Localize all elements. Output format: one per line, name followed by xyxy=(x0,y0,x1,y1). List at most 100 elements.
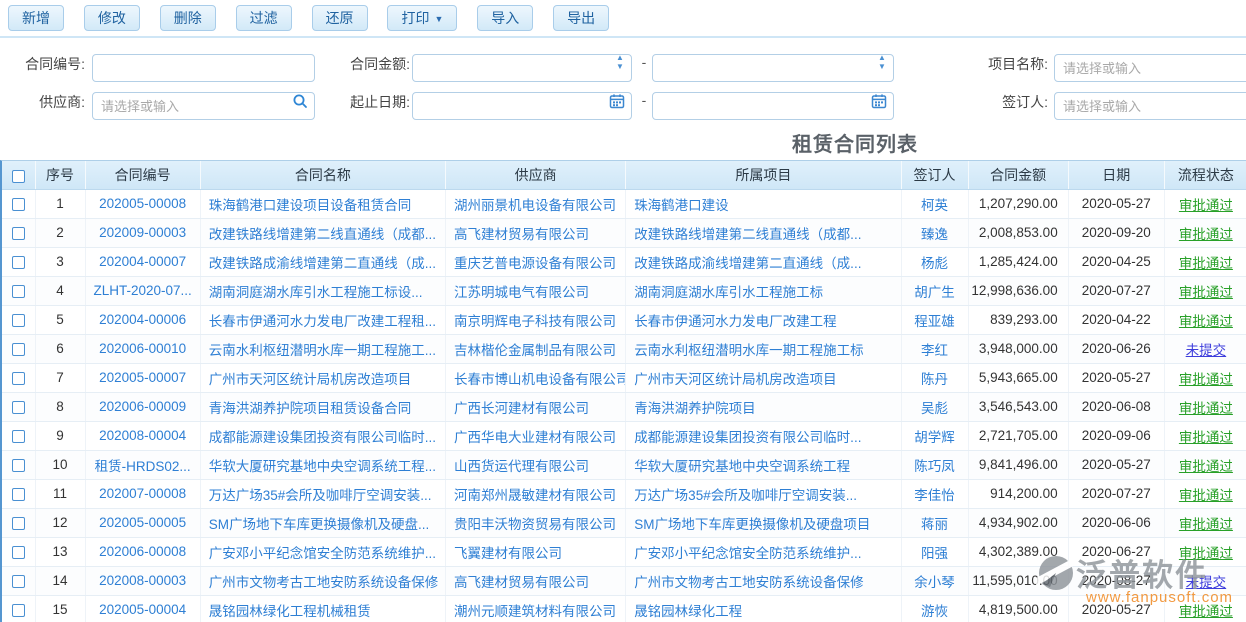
table-row[interactable]: 8202006-00009青海洪湖养护院项目租赁设备合同广西长河建材有限公司青海… xyxy=(2,392,1246,421)
table-row[interactable]: 10租赁-HRDS02...华软大厦研究基地中央空调系统工程...山西货运代理有… xyxy=(2,450,1246,479)
contract-name[interactable]: 华软大厦研究基地中央空调系统工程... xyxy=(200,450,445,479)
row-checkbox[interactable] xyxy=(12,517,25,530)
table-row[interactable]: 11202007-00008万达广场35#会所及咖啡厅空调安装...河南郑州晟敏… xyxy=(2,479,1246,508)
amount-min-input[interactable] xyxy=(412,54,632,82)
contract-name[interactable]: 湖南洞庭湖水库引水工程施工标设... xyxy=(200,276,445,305)
row-checkbox[interactable] xyxy=(12,430,25,443)
contract-name[interactable]: 万达广场35#会所及咖啡厅空调安装... xyxy=(200,479,445,508)
number-spinner-icon[interactable]: ▲▼ xyxy=(615,53,625,71)
search-icon[interactable] xyxy=(292,93,308,109)
edit-button[interactable]: 修改 xyxy=(84,5,140,31)
row-checkbox[interactable] xyxy=(12,314,25,327)
delete-button[interactable]: 删除 xyxy=(160,5,216,31)
contract-code-link[interactable]: 202006-00009 xyxy=(85,392,200,421)
table-row[interactable]: 13202006-00008广安邓小平纪念馆安全防范系统维护...飞翼建材有限公… xyxy=(2,537,1246,566)
contract-name[interactable]: 改建铁路成渝线增建第二直通线（成... xyxy=(200,247,445,276)
table-row[interactable]: 15202005-00004晟铭园林绿化工程机械租赁潮州元顺建筑材料有限公司晟铭… xyxy=(2,595,1246,622)
contract-name[interactable]: 晟铭园林绿化工程机械租赁 xyxy=(200,595,445,622)
contract-no-input[interactable] xyxy=(92,54,315,82)
row-checkbox[interactable] xyxy=(12,575,25,588)
row-checkbox[interactable] xyxy=(12,459,25,472)
table-row[interactable]: 9202008-00004成都能源建设集团投资有限公司临时...广西华电大业建材… xyxy=(2,421,1246,450)
status-link[interactable]: 审批通过 xyxy=(1164,276,1246,305)
supplier-input[interactable] xyxy=(92,92,315,120)
contract-code-link[interactable]: 202007-00008 xyxy=(85,479,200,508)
table-row[interactable]: 14202008-00003广州市文物考古工地安防系统设备保修高飞建材贸易有限公… xyxy=(2,566,1246,595)
table-row[interactable]: 6202006-00010云南水利枢纽潜明水库一期工程施工...吉林楷伦金属制品… xyxy=(2,334,1246,363)
row-checkbox[interactable] xyxy=(12,285,25,298)
contract-name[interactable]: SM广场地下车库更换摄像机及硬盘... xyxy=(200,508,445,537)
table-row[interactable]: 1202005-00008珠海鹤港口建设项目设备租赁合同湖州丽景机电设备有限公司… xyxy=(2,189,1246,218)
export-button[interactable]: 导出 xyxy=(553,5,609,31)
signer-input[interactable] xyxy=(1054,92,1246,120)
contract-name[interactable]: 青海洪湖养护院项目租赁设备合同 xyxy=(200,392,445,421)
table-row[interactable]: 3202004-00007改建铁路成渝线增建第二直通线（成...重庆艺普电源设备… xyxy=(2,247,1246,276)
import-button[interactable]: 导入 xyxy=(477,5,533,31)
amount-max-input[interactable] xyxy=(652,54,894,82)
row-checkbox[interactable] xyxy=(12,256,25,269)
contract-date: 2020-04-22 xyxy=(1068,305,1164,334)
status-link[interactable]: 未提交 xyxy=(1164,334,1246,363)
row-checkbox[interactable] xyxy=(12,227,25,240)
row-checkbox[interactable] xyxy=(12,401,25,414)
table-row[interactable]: 4ZLHT-2020-07...湖南洞庭湖水库引水工程施工标设...江苏明城电气… xyxy=(2,276,1246,305)
calendar-icon[interactable] xyxy=(871,93,887,109)
print-button[interactable]: 打印▼ xyxy=(387,5,457,31)
contract-name[interactable]: 广州市天河区统计局机房改造项目 xyxy=(200,363,445,392)
contract-code-link[interactable]: 202005-00008 xyxy=(85,189,200,218)
status-link[interactable]: 审批通过 xyxy=(1164,450,1246,479)
table-row[interactable]: 12202005-00005SM广场地下车库更换摄像机及硬盘...贵阳丰沃物资贸… xyxy=(2,508,1246,537)
table-row[interactable]: 7202005-00007广州市天河区统计局机房改造项目长春市博山机电设备有限公… xyxy=(2,363,1246,392)
date-start-input[interactable] xyxy=(412,92,632,120)
status-link[interactable]: 审批通过 xyxy=(1164,508,1246,537)
contract-code-link[interactable]: 202006-00008 xyxy=(85,537,200,566)
status-link[interactable]: 审批通过 xyxy=(1164,305,1246,334)
row-checkbox[interactable] xyxy=(12,488,25,501)
contract-name[interactable]: 云南水利枢纽潜明水库一期工程施工... xyxy=(200,334,445,363)
row-checkbox[interactable] xyxy=(12,546,25,559)
status-link[interactable]: 审批通过 xyxy=(1164,218,1246,247)
contract-name[interactable]: 长春市伊通河水力发电厂改建工程租... xyxy=(200,305,445,334)
table-row[interactable]: 2202009-00003改建铁路线增建第二线直通线（成都...高飞建材贸易有限… xyxy=(2,218,1246,247)
contract-code-link[interactable]: 202008-00003 xyxy=(85,566,200,595)
contract-name[interactable]: 广州市文物考古工地安防系统设备保修 xyxy=(200,566,445,595)
status-link[interactable]: 审批通过 xyxy=(1164,247,1246,276)
contract-amount: 4,934,902.00 xyxy=(968,508,1068,537)
number-spinner-icon[interactable]: ▲▼ xyxy=(877,53,887,71)
select-all-checkbox[interactable] xyxy=(12,170,25,183)
restore-button[interactable]: 还原 xyxy=(312,5,368,31)
status-link[interactable]: 审批通过 xyxy=(1164,189,1246,218)
filter-button[interactable]: 过滤 xyxy=(236,5,292,31)
add-button[interactable]: 新增 xyxy=(8,5,64,31)
row-checkbox[interactable] xyxy=(12,604,25,617)
contract-code-link[interactable]: 202009-00003 xyxy=(85,218,200,247)
row-checkbox[interactable] xyxy=(12,198,25,211)
contract-code-link[interactable]: 202004-00006 xyxy=(85,305,200,334)
status-link[interactable]: 未提交 xyxy=(1164,566,1246,595)
contract-code-link[interactable]: 202008-00004 xyxy=(85,421,200,450)
contract-name[interactable]: 广安邓小平纪念馆安全防范系统维护... xyxy=(200,537,445,566)
row-checkbox[interactable] xyxy=(12,372,25,385)
project-name-input[interactable] xyxy=(1054,54,1246,82)
contract-code-link[interactable]: 202005-00005 xyxy=(85,508,200,537)
contract-code-link[interactable]: 202005-00007 xyxy=(85,363,200,392)
contract-name[interactable]: 成都能源建设集团投资有限公司临时... xyxy=(200,421,445,450)
contract-code-link[interactable]: 202006-00010 xyxy=(85,334,200,363)
status-link[interactable]: 审批通过 xyxy=(1164,421,1246,450)
contract-code-link[interactable]: 202005-00004 xyxy=(85,595,200,622)
status-link[interactable]: 审批通过 xyxy=(1164,537,1246,566)
status-link[interactable]: 审批通过 xyxy=(1164,595,1246,622)
contract-name[interactable]: 改建铁路线增建第二线直通线（成都... xyxy=(200,218,445,247)
contract-code-link[interactable]: 202004-00007 xyxy=(85,247,200,276)
status-link[interactable]: 审批通过 xyxy=(1164,479,1246,508)
calendar-icon[interactable] xyxy=(609,93,625,109)
row-checkbox[interactable] xyxy=(12,343,25,356)
contract-code-link[interactable]: 租赁-HRDS02... xyxy=(85,450,200,479)
status-link[interactable]: 审批通过 xyxy=(1164,392,1246,421)
row-number: 8 xyxy=(35,392,85,421)
status-link[interactable]: 审批通过 xyxy=(1164,363,1246,392)
contract-code-link[interactable]: ZLHT-2020-07... xyxy=(85,276,200,305)
table-row[interactable]: 5202004-00006长春市伊通河水力发电厂改建工程租...南京明辉电子科技… xyxy=(2,305,1246,334)
date-end-input[interactable] xyxy=(652,92,894,120)
contract-name[interactable]: 珠海鹤港口建设项目设备租赁合同 xyxy=(200,189,445,218)
